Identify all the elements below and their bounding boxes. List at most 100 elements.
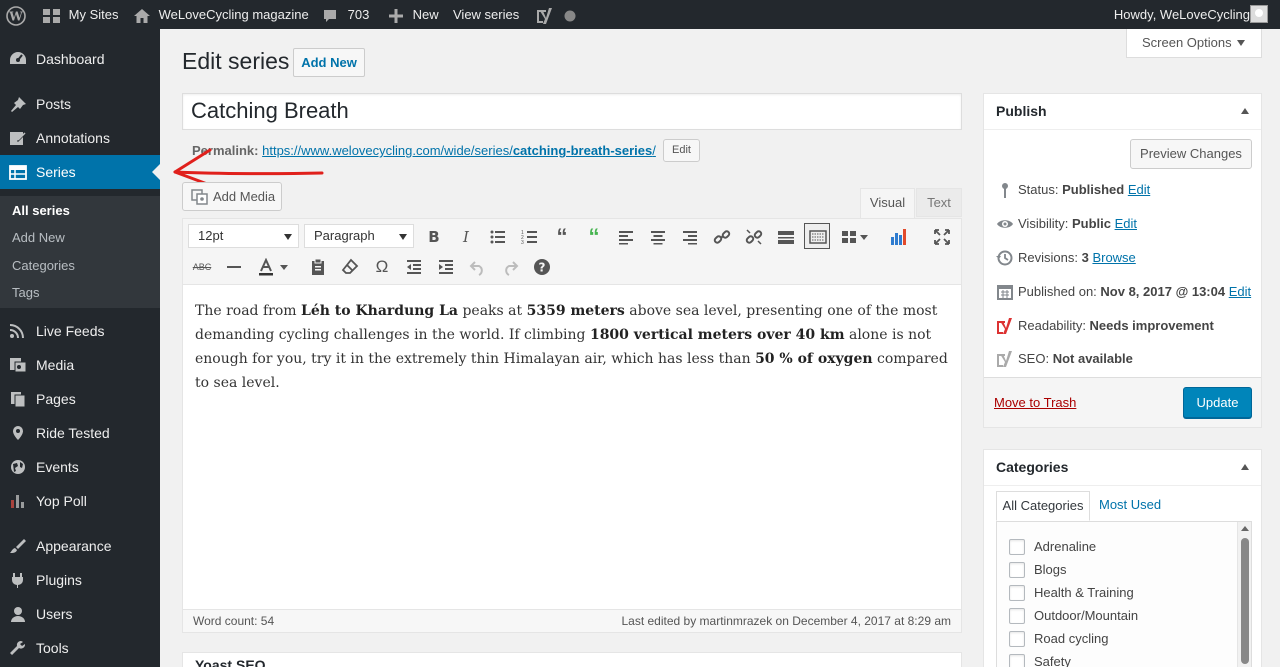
- sidebar-item-events[interactable]: Events: [0, 450, 160, 484]
- preview-changes-button[interactable]: Preview Changes: [1130, 139, 1252, 169]
- browse-revisions-link[interactable]: Browse: [1092, 250, 1135, 265]
- pullquote-icon[interactable]: “: [581, 224, 607, 250]
- clear-formatting-icon[interactable]: [337, 254, 363, 280]
- bold-icon[interactable]: B: [421, 224, 447, 250]
- unlink-icon[interactable]: [741, 224, 767, 250]
- site-name-menu[interactable]: WeLoveCycling magazine: [133, 0, 309, 29]
- chevron-up-icon[interactable]: [1241, 464, 1249, 470]
- sidebar-item-appearance[interactable]: Appearance: [0, 529, 160, 563]
- text-color-icon[interactable]: [253, 254, 279, 280]
- category-checkbox[interactable]: [1009, 630, 1025, 647]
- fullscreen-icon[interactable]: [929, 224, 955, 250]
- editor-content[interactable]: The road from Léh to Khardung La peaks a…: [195, 299, 951, 395]
- redo-icon[interactable]: [497, 254, 523, 280]
- categories-scrollbar[interactable]: [1237, 522, 1251, 667]
- content-text: The road from: [195, 303, 301, 319]
- yoast-seo-box-title[interactable]: Yoast SEO: [182, 652, 962, 667]
- sidebar-item-yop-poll[interactable]: Yop Poll: [0, 484, 160, 518]
- categories-box-header[interactable]: Categories: [984, 450, 1261, 486]
- svg-text:3: 3: [521, 240, 524, 246]
- chevron-up-icon[interactable]: [1241, 108, 1249, 114]
- link-icon[interactable]: [709, 224, 735, 250]
- sidebar-item-series[interactable]: Series: [0, 155, 160, 189]
- category-checkbox[interactable]: [1009, 561, 1025, 578]
- tab-most-used[interactable]: Most Used: [1099, 491, 1161, 520]
- special-character-icon[interactable]: Ω: [369, 254, 395, 280]
- bullet-list-icon[interactable]: [485, 224, 511, 250]
- edit-status-link[interactable]: Edit: [1128, 182, 1150, 197]
- toolbar-toggle-icon[interactable]: [804, 223, 830, 249]
- yoast-readability-icon: [997, 317, 1012, 334]
- align-right-icon[interactable]: [677, 224, 703, 250]
- sidebar-item-media[interactable]: Media: [0, 348, 160, 382]
- format-select[interactable]: Paragraph: [304, 224, 414, 248]
- avatar[interactable]: [1250, 5, 1268, 23]
- sidebar-item-ride-tested[interactable]: Ride Tested: [0, 416, 160, 450]
- italic-icon[interactable]: I: [453, 224, 479, 250]
- seo-row: SEO: Not available: [996, 349, 1133, 369]
- scrollbar-thumb[interactable]: [1241, 538, 1249, 664]
- chart-icon[interactable]: [885, 224, 911, 250]
- edit-permalink-button[interactable]: Edit: [663, 139, 700, 162]
- sidebar-item-annotations[interactable]: Annotations: [0, 121, 160, 155]
- sidebar-item-posts[interactable]: Posts: [0, 87, 160, 121]
- add-new-button[interactable]: Add New: [293, 48, 365, 77]
- scroll-up-icon[interactable]: [1241, 526, 1249, 531]
- read-more-icon[interactable]: [773, 224, 799, 250]
- howdy-label[interactable]: Howdy, WeLoveCycling: [1114, 0, 1250, 29]
- yoast-seo-icon: [997, 350, 1012, 367]
- view-series-link[interactable]: View series: [453, 0, 519, 29]
- tab-visual[interactable]: Visual: [860, 188, 915, 219]
- align-center-icon[interactable]: [645, 224, 671, 250]
- pin-icon: [11, 97, 26, 112]
- post-title-input[interactable]: Catching Breath: [182, 93, 962, 130]
- wordpress-logo-icon[interactable]: W: [6, 0, 26, 29]
- category-checkbox[interactable]: [1009, 607, 1025, 624]
- sidebar-item-plugins[interactable]: Plugins: [0, 563, 160, 597]
- publish-box-header[interactable]: Publish: [984, 94, 1261, 130]
- paste-text-icon[interactable]: [305, 254, 331, 280]
- align-left-icon[interactable]: [613, 224, 639, 250]
- status-value: Published: [1062, 182, 1125, 197]
- new-content-menu[interactable]: New: [389, 0, 439, 29]
- permalink-trailing: /: [652, 143, 656, 158]
- horizontal-rule-icon[interactable]: [221, 254, 247, 280]
- seo-status-dot-icon: [564, 0, 576, 29]
- outdent-icon[interactable]: [401, 254, 427, 280]
- readability-value: Needs improvement: [1089, 318, 1214, 333]
- numbered-list-icon[interactable]: 123: [517, 224, 543, 250]
- blockquote-icon[interactable]: “: [549, 224, 575, 250]
- current-menu-pointer: [152, 164, 160, 180]
- my-sites-menu[interactable]: My Sites: [42, 0, 118, 29]
- sidebar-item-live-feeds[interactable]: Live Feeds: [0, 314, 160, 348]
- edit-date-link[interactable]: Edit: [1229, 284, 1251, 299]
- comments-menu[interactable]: 703: [322, 0, 369, 29]
- sidebar-item-dashboard[interactable]: Dashboard: [0, 42, 160, 76]
- move-to-trash-link[interactable]: Move to Trash: [994, 395, 1076, 410]
- submenu-tags[interactable]: Tags: [12, 285, 39, 300]
- update-button[interactable]: Update: [1183, 387, 1252, 418]
- add-media-button[interactable]: Add Media: [182, 182, 282, 211]
- chevron-down-icon[interactable]: [277, 254, 291, 280]
- submenu-all-series[interactable]: All series: [12, 203, 70, 218]
- edit-visibility-link[interactable]: Edit: [1115, 216, 1137, 231]
- strikethrough-icon[interactable]: ABC: [189, 254, 215, 280]
- sidebar-item-users[interactable]: Users: [0, 597, 160, 631]
- sidebar-item-pages[interactable]: Pages: [0, 382, 160, 416]
- sidebar-item-tools[interactable]: Tools: [0, 631, 160, 665]
- category-checkbox[interactable]: [1009, 653, 1025, 667]
- indent-icon[interactable]: [433, 254, 459, 280]
- font-size-select[interactable]: 12pt: [188, 224, 299, 248]
- help-icon[interactable]: ?: [529, 254, 555, 280]
- screen-options-button[interactable]: Screen Options: [1126, 29, 1262, 58]
- yoast-menu[interactable]: [535, 0, 553, 29]
- category-label: Health & Training: [1034, 585, 1134, 600]
- submenu-add-new[interactable]: Add New: [12, 230, 65, 245]
- tab-text[interactable]: Text: [916, 188, 962, 217]
- category-checkbox[interactable]: [1009, 584, 1025, 601]
- tab-all-categories[interactable]: All Categories: [996, 491, 1090, 521]
- undo-icon[interactable]: [465, 254, 491, 280]
- submenu-categories[interactable]: Categories: [12, 258, 75, 273]
- chevron-down-icon[interactable]: [857, 224, 871, 250]
- category-checkbox[interactable]: [1009, 538, 1025, 555]
